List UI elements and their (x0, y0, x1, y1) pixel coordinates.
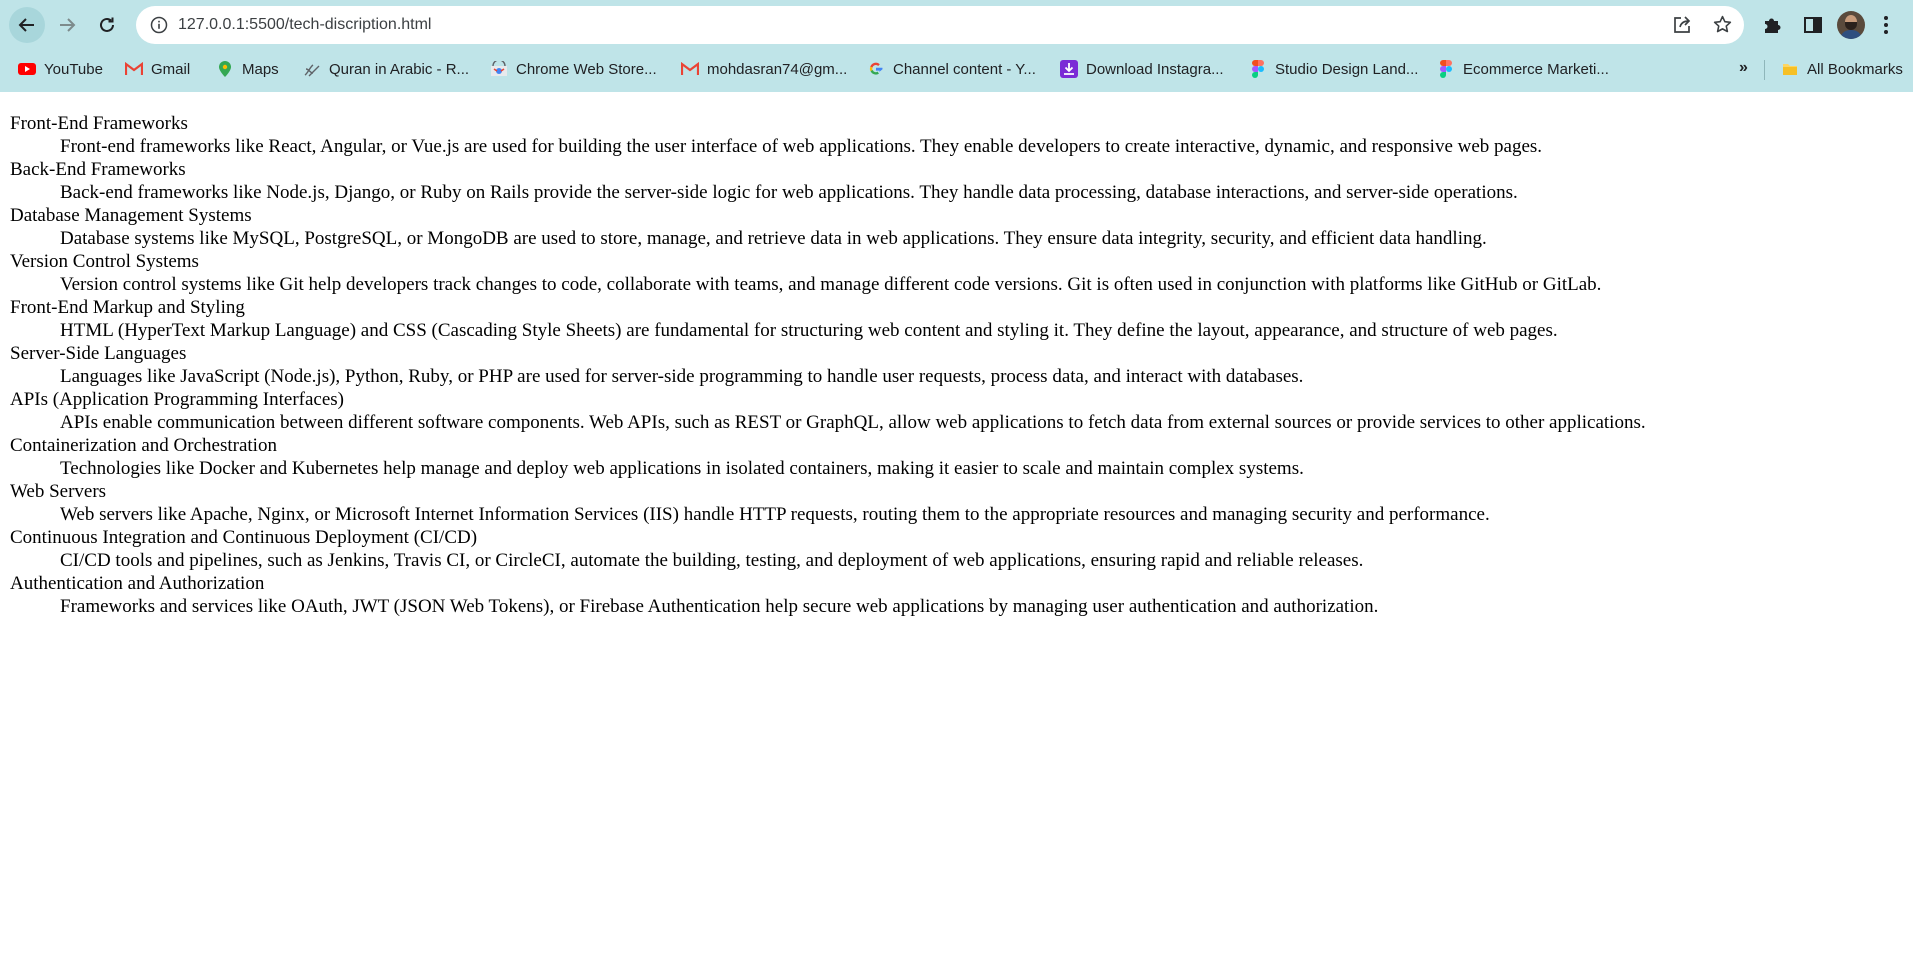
tech-term: APIs (Application Programming Interfaces… (10, 389, 344, 410)
site-info-icon[interactable] (150, 16, 168, 34)
quran-icon (303, 60, 321, 78)
arrow-left-icon (18, 18, 34, 32)
tech-term: Database Management Systems (10, 205, 252, 226)
tech-description: APIs enable communication between differ… (60, 412, 1646, 433)
bookmark-ecommerce-marketing[interactable]: Ecommerce Marketi... (1437, 51, 1609, 87)
bookmark-chrome-web-store[interactable]: Chrome Web Store... (490, 51, 657, 87)
bookmarks-divider (1764, 60, 1765, 80)
bookmark-download-instagram[interactable]: Download Instagra... (1060, 51, 1224, 87)
bookmark-label: Maps (242, 60, 279, 78)
reload-button[interactable] (89, 7, 125, 43)
puzzle-icon[interactable] (1761, 14, 1783, 36)
side-panel-icon[interactable] (1802, 14, 1824, 36)
tech-description: CI/CD tools and pipelines, such as Jenki… (60, 550, 1364, 571)
bookmark-gmail[interactable]: Gmail (125, 51, 190, 87)
bookmark-channel-content[interactable]: Channel content - Y... (867, 51, 1036, 87)
bookmark-quran[interactable]: Quran in Arabic - R... (303, 51, 469, 87)
avatar-beard (1845, 22, 1857, 30)
gmail-icon (681, 60, 699, 78)
all-bookmarks-label: All Bookmarks (1807, 60, 1903, 78)
figma-icon (1437, 60, 1455, 78)
tech-description-list: Front-End Frameworks Front-end frameworks… (10, 112, 1900, 618)
bookmark-youtube[interactable]: YouTube (18, 51, 103, 87)
tech-term: Web Servers (10, 481, 107, 502)
bookmark-label: Channel content - Y... (893, 60, 1036, 78)
bookmark-label: Gmail (151, 60, 191, 78)
youtube-icon (18, 60, 36, 78)
tech-description: Version control systems like Git help de… (60, 274, 1602, 295)
bookmark-label: Quran in Arabic - R... (329, 60, 470, 78)
tech-term: Back-End Frameworks (10, 159, 186, 180)
reload-icon (100, 17, 114, 32)
star-icon[interactable] (1712, 14, 1733, 35)
tech-description: Web servers like Apache, Nginx, or Micro… (60, 504, 1490, 525)
tech-term: Front-End Markup and Styling (10, 297, 245, 318)
google-icon (867, 60, 885, 78)
forward-button[interactable] (49, 7, 85, 43)
page-content: Front-End Frameworks Front-end frameworks… (0, 92, 1913, 968)
tech-term: Authentication and Authorization (10, 573, 265, 594)
bookmark-label: YouTube (44, 60, 103, 78)
address-bar[interactable]: 127.0.0.1:5500/tech-discription.html (136, 6, 1744, 44)
bookmark-label: Ecommerce Marketi... (1463, 60, 1609, 78)
all-bookmarks-button[interactable]: All Bookmarks (1781, 51, 1903, 87)
tech-description: Frameworks and services like OAuth, JWT … (60, 596, 1379, 617)
tech-term: Server-Side Languages (10, 343, 187, 364)
kebab-menu-icon[interactable] (1883, 14, 1889, 36)
tech-term: Front-End Frameworks (10, 113, 188, 134)
maps-icon (216, 60, 234, 78)
tech-term: Continuous Integration and Continuous De… (10, 527, 478, 548)
bookmark-label: mohdasran74@gm... (707, 60, 848, 78)
back-button[interactable] (9, 7, 45, 43)
tech-description: Back-end frameworks like Node.js, Django… (60, 182, 1518, 203)
tech-description: HTML (HyperText Markup Language) and CSS… (60, 320, 1558, 341)
download-icon (1060, 60, 1078, 78)
avatar[interactable] (1837, 11, 1865, 39)
share-icon[interactable] (1672, 15, 1692, 35)
tech-description: Database systems like MySQL, PostgreSQL,… (60, 228, 1487, 249)
bookmark-studio-design[interactable]: Studio Design Land... (1249, 51, 1418, 87)
bookmark-label: Chrome Web Store... (516, 60, 657, 78)
folder-icon (1781, 60, 1799, 78)
more-bookmarks-button[interactable]: » (1739, 59, 1748, 77)
bookmark-label: Download Instagra... (1086, 60, 1224, 78)
bookmark-label: Studio Design Land... (1275, 60, 1419, 78)
gmail-icon (125, 60, 143, 78)
tech-term: Version Control Systems (10, 251, 199, 272)
browser-toolbar: 127.0.0.1:5500/tech-discription.html (0, 0, 1913, 50)
figma-icon (1249, 60, 1267, 78)
browser-chrome: 127.0.0.1:5500/tech-discription.html You… (0, 0, 1913, 92)
tech-term: Containerization and Orchestration (10, 435, 277, 456)
tech-description: Languages like JavaScript (Node.js), Pyt… (60, 366, 1304, 387)
bookmark-mohdasran-gmail[interactable]: mohdasran74@gm... (681, 51, 847, 87)
tech-description: Front-end frameworks like React, Angular… (60, 136, 1543, 157)
bookmarks-bar: YouTube Gmail Maps Quran in Arabic - R..… (0, 51, 1913, 87)
bookmark-maps[interactable]: Maps (216, 51, 279, 87)
chrome-web-store-icon (490, 60, 508, 78)
avatar-shirt (1840, 30, 1862, 39)
tech-description: Technologies like Docker and Kubernetes … (60, 458, 1304, 479)
url-text[interactable]: 127.0.0.1:5500/tech-discription.html (178, 6, 431, 44)
arrow-right-icon (60, 18, 76, 32)
